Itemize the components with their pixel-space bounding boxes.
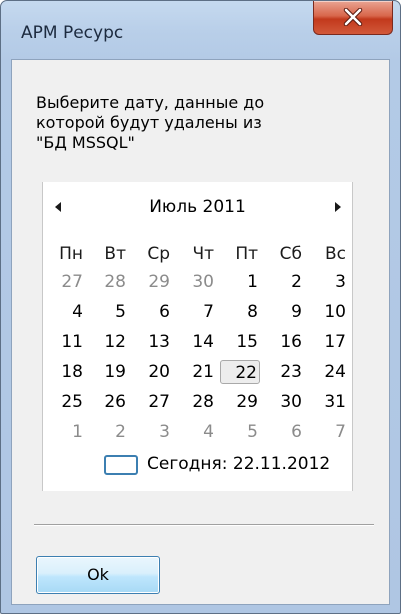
title-bar[interactable]: АРМ Ресурс xyxy=(1,1,400,59)
calendar-day[interactable]: 11 xyxy=(45,330,85,354)
prompt-line-1: Выберите дату, данные до xyxy=(36,93,265,112)
calendar-day[interactable]: 9 xyxy=(264,300,304,324)
calendar-day[interactable]: 30 xyxy=(176,270,216,294)
month-year-label[interactable]: Июль 2011 xyxy=(43,197,352,217)
calendar-week-row: 11 12 13 14 15 16 17 xyxy=(45,330,351,354)
calendar-day[interactable]: 26 xyxy=(88,390,128,414)
calendar-day[interactable]: 27 xyxy=(45,270,85,294)
calendar-week-row: 18 19 20 21 22 23 24 xyxy=(45,360,351,384)
dialog-client-area: Выберите дату, данные до которой будут у… xyxy=(11,59,390,605)
calendar-day[interactable]: 4 xyxy=(176,420,216,444)
calendar-day[interactable]: 4 xyxy=(45,300,85,324)
calendar-day[interactable]: 14 xyxy=(176,330,216,354)
calendar-day[interactable]: 1 xyxy=(220,270,260,294)
calendar-day-selected[interactable]: 22 xyxy=(220,360,260,384)
calendar-header: Июль 2011 xyxy=(43,182,352,232)
window-title: АРМ Ресурс xyxy=(21,23,124,43)
calendar-day[interactable]: 6 xyxy=(264,420,304,444)
today-link[interactable]: Сегодня: 22.11.2012 xyxy=(43,452,352,480)
today-label: Сегодня: 22.11.2012 xyxy=(147,454,331,474)
calendar-day[interactable]: 25 xyxy=(45,390,85,414)
close-button[interactable] xyxy=(313,1,393,35)
calendar-day[interactable]: 1 xyxy=(45,420,85,444)
calendar-day[interactable]: 19 xyxy=(88,360,128,384)
weekday-label: Пн xyxy=(59,244,83,264)
calendar-day[interactable]: 29 xyxy=(220,390,260,414)
calendar-week-row: 1234567 xyxy=(45,420,351,444)
calendar-day[interactable]: 8 xyxy=(220,300,260,324)
today-marker-box xyxy=(104,455,138,475)
weekday-label: Вс xyxy=(324,244,346,264)
weekday-header-row: Пн Вт Ср Чт Пт Сб Вс xyxy=(45,242,351,266)
triangle-right-icon xyxy=(335,202,341,212)
calendar-day[interactable]: 10 xyxy=(308,300,348,324)
calendar-day[interactable]: 28 xyxy=(176,390,216,414)
calendar-day[interactable]: 21 xyxy=(176,360,216,384)
month-calendar[interactable]: Июль 2011 Пн Вт Ср Чт Пт Сб Вс 27 28 29 30 1 2 3 4 5 6 7… xyxy=(42,182,353,491)
calendar-day[interactable]: 2 xyxy=(88,420,128,444)
calendar-day[interactable]: 5 xyxy=(220,420,260,444)
calendar-day[interactable]: 18 xyxy=(45,360,85,384)
calendar-day[interactable]: 5 xyxy=(88,300,128,324)
ok-button[interactable]: Ok xyxy=(36,556,160,594)
calendar-day[interactable]: 16 xyxy=(264,330,304,354)
calendar-day[interactable]: 31 xyxy=(308,390,348,414)
calendar-day[interactable]: 7 xyxy=(176,300,216,324)
prompt-text: Выберите дату, данные до которой будут у… xyxy=(36,93,336,153)
next-month-button[interactable] xyxy=(329,199,345,215)
close-icon xyxy=(343,8,363,26)
weekday-label: Чт xyxy=(192,244,214,264)
separator-line xyxy=(34,524,374,526)
calendar-day[interactable]: 2 xyxy=(264,270,304,294)
calendar-day[interactable]: 20 xyxy=(132,360,172,384)
calendar-day[interactable]: 3 xyxy=(308,270,348,294)
calendar-week-row: 27 28 29 30 1 2 3 xyxy=(45,270,351,294)
calendar-week-row: 4 5 6 7 8 9 10 xyxy=(45,300,351,324)
calendar-day[interactable]: 12 xyxy=(88,330,128,354)
weekday-label: Вт xyxy=(104,244,126,264)
calendar-day[interactable]: 6 xyxy=(132,300,172,324)
prompt-line-3: "БД MSSQL" xyxy=(36,133,135,152)
dialog-window: АРМ Ресурс Выберите дату, данные до кото… xyxy=(0,0,401,614)
calendar-day[interactable]: 30 xyxy=(264,390,304,414)
calendar-day[interactable]: 3 xyxy=(132,420,172,444)
weekday-label: Ср xyxy=(147,244,170,264)
calendar-day[interactable]: 28 xyxy=(88,270,128,294)
calendar-day[interactable]: 29 xyxy=(132,270,172,294)
calendar-week-row: 25 26 27 28 29 30 31 xyxy=(45,390,351,414)
calendar-day[interactable]: 17 xyxy=(308,330,348,354)
weekday-label: Пт xyxy=(235,244,258,264)
calendar-day[interactable]: 24 xyxy=(308,360,348,384)
calendar-day[interactable]: 27 xyxy=(132,390,172,414)
calendar-day[interactable]: 15 xyxy=(220,330,260,354)
prompt-line-2: которой будут удалены из xyxy=(36,113,262,132)
calendar-day[interactable]: 13 xyxy=(132,330,172,354)
calendar-day[interactable]: 23 xyxy=(264,360,304,384)
weekday-label: Сб xyxy=(279,244,302,264)
calendar-day[interactable]: 7 xyxy=(308,420,348,444)
